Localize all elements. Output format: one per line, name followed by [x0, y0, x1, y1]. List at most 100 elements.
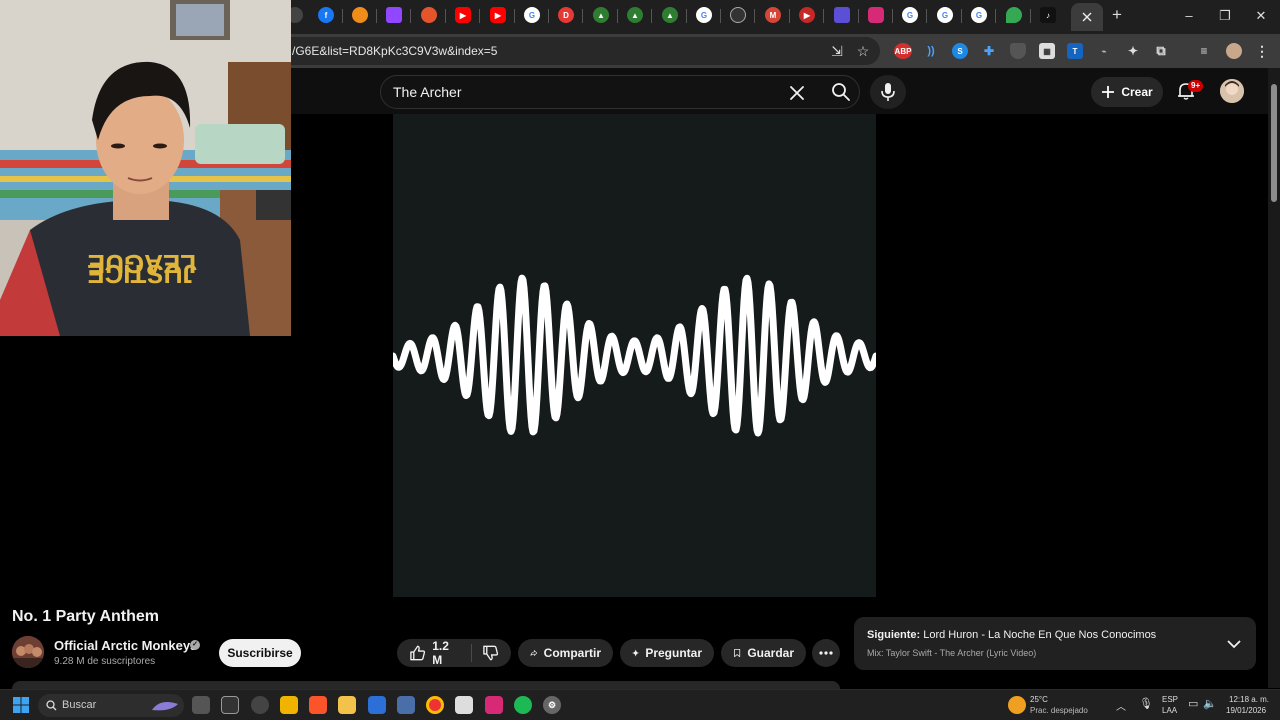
dislike-icon[interactable] [482, 644, 499, 662]
tab-youtube-icon[interactable]: ▶ [455, 7, 471, 23]
volume-icon[interactable]: 🔈 [1203, 697, 1217, 710]
language-code[interactable]: ESP [1162, 695, 1178, 704]
tab-favicon-d-icon[interactable]: D [558, 7, 574, 23]
task-view-icon[interactable] [192, 696, 210, 714]
notepad-icon[interactable] [455, 696, 473, 714]
tab-favicon-purple-icon[interactable] [834, 7, 850, 23]
address-bar[interactable]: /G6E&list=RD8KpKc3C9V3w&index=5 ⇲ ☆ [276, 37, 880, 65]
shield-extension-icon[interactable] [1010, 43, 1026, 59]
taskbar-search-box[interactable]: Buscar [38, 694, 184, 717]
tab-twitch-icon[interactable] [386, 7, 402, 23]
tab-separator [651, 9, 652, 23]
voice-search-button[interactable] [870, 75, 906, 109]
browser-menu-icon[interactable]: ⋮ [1254, 43, 1270, 59]
clock-time[interactable]: 12:18 a. m. [1229, 695, 1269, 704]
extension-doc-icon[interactable]: ▦ [1039, 43, 1055, 59]
extension-puzzle-blue-icon[interactable]: ✚ [981, 43, 997, 59]
brave-browser-icon[interactable] [309, 696, 327, 714]
url-text[interactable]: /G6E&list=RD8KpKc3C9V3w&index=5 [292, 44, 497, 58]
instagram-app-icon[interactable] [485, 696, 503, 714]
profile-avatar[interactable] [1226, 43, 1242, 59]
microsoft-store-icon[interactable] [280, 696, 298, 714]
arctic-monkeys-waveform-artwork [393, 274, 876, 437]
video-player[interactable] [393, 114, 876, 597]
tab-facebook-icon[interactable]: f [318, 7, 334, 23]
close-window-button[interactable]: ✕ [1248, 6, 1274, 26]
chrome-icon[interactable] [426, 696, 444, 714]
translate-extension-icon[interactable]: T [1067, 43, 1083, 59]
weather-temperature[interactable]: 25°C [1030, 695, 1048, 704]
tab-separator [892, 9, 893, 23]
page-scrollbar[interactable] [1268, 68, 1280, 688]
tab-favicon-red-icon[interactable]: ▶ [799, 7, 815, 23]
like-icon[interactable] [409, 644, 426, 662]
tab-favicon-red-icon[interactable] [421, 7, 437, 23]
tab-favicon-circle-icon[interactable] [730, 7, 746, 23]
search-button[interactable] [821, 76, 861, 108]
tab-drive-icon[interactable]: ▲ [662, 7, 678, 23]
weather-description[interactable]: Prac. despejado [1030, 706, 1088, 715]
media-controls-icon[interactable]: ≡ [1196, 43, 1212, 59]
file-explorer-icon[interactable] [338, 696, 356, 714]
tab-youtube-icon[interactable]: ▶ [490, 7, 506, 23]
tab-google-icon[interactable]: G [902, 7, 918, 23]
search-input[interactable]: The Archer [393, 84, 461, 100]
adblock-extension-icon[interactable]: ABP [894, 43, 912, 59]
tab-google-icon[interactable]: G [937, 7, 953, 23]
tab-google-icon[interactable]: G [524, 7, 540, 23]
ask-button[interactable]: Preguntar [620, 639, 714, 667]
install-app-icon[interactable]: ⇲ [828, 42, 846, 60]
extension-audio-icon[interactable]: )) [923, 43, 939, 59]
microphone-tray-icon[interactable]: 🎙 [1139, 697, 1153, 710]
windows-start-icon[interactable] [13, 697, 29, 713]
extension-gift-icon[interactable]: ✦ [1125, 43, 1141, 59]
scrollbar-thumb[interactable] [1271, 84, 1277, 202]
bookmark-star-icon[interactable]: ☆ [854, 42, 872, 60]
channel-avatar[interactable] [12, 636, 44, 668]
ask-label: Preguntar [645, 646, 702, 660]
share-button[interactable]: Compartir [518, 639, 613, 667]
weather-icon[interactable] [1008, 696, 1026, 714]
tab-gmail-icon[interactable]: M [765, 7, 781, 23]
search-box[interactable]: The Archer [380, 75, 860, 109]
extensions-puzzle-icon[interactable]: ⧉ [1153, 43, 1169, 59]
close-tab-icon[interactable] [1082, 12, 1092, 22]
taskbar-app-gamebar-icon[interactable] [251, 696, 269, 714]
up-next-panel[interactable]: Siguiente: Lord Huron - La Noche En Que … [854, 617, 1256, 670]
channel-name[interactable]: Official Arctic Monkeys [54, 638, 197, 653]
tab-maps-icon[interactable] [1006, 7, 1022, 23]
save-button[interactable]: Guardar [721, 639, 806, 667]
tab-tiktok-icon[interactable]: ♪ [1040, 7, 1056, 23]
active-tab[interactable] [1071, 3, 1103, 31]
maximize-button[interactable]: ❐ [1212, 6, 1238, 26]
account-avatar[interactable] [1220, 79, 1244, 103]
tab-google-icon[interactable]: G [696, 7, 712, 23]
clear-search-icon[interactable] [787, 83, 807, 103]
tab-separator [961, 9, 962, 23]
minimize-button[interactable]: – [1176, 6, 1202, 26]
tab-google-icon[interactable]: G [971, 7, 987, 23]
extension-small-icon[interactable]: ⌁ [1096, 43, 1112, 59]
like-count[interactable]: 1.2 M [432, 639, 461, 667]
chevron-down-icon[interactable] [1226, 636, 1242, 652]
keyboard-layout[interactable]: LAA [1162, 706, 1177, 715]
taskbar-app-window-icon[interactable] [221, 696, 239, 714]
settings-gear-icon[interactable]: ⚙ [543, 696, 561, 714]
photos-app-icon[interactable] [368, 696, 386, 714]
network-icon[interactable]: ▭ [1188, 697, 1198, 710]
tab-favicon-orange-icon[interactable] [352, 7, 368, 23]
spotify-icon[interactable] [514, 696, 532, 714]
tab-drive-icon[interactable]: ▲ [627, 7, 643, 23]
waveform-line [393, 274, 876, 437]
create-button[interactable]: Crear [1091, 77, 1163, 107]
description-box-edge[interactable] [12, 681, 840, 689]
calculator-icon[interactable] [397, 696, 415, 714]
tab-drive-icon[interactable]: ▲ [593, 7, 609, 23]
tray-overflow-chevron-icon[interactable]: ︿ [1116, 698, 1126, 713]
subscribe-button[interactable]: Suscribirse [219, 639, 301, 667]
shazam-extension-icon[interactable]: S [952, 43, 968, 59]
clock-date[interactable]: 19/01/2026 [1226, 706, 1266, 715]
new-tab-button[interactable]: + [1108, 6, 1126, 24]
tab-instagram-icon[interactable] [868, 7, 884, 23]
more-actions-button[interactable] [812, 639, 840, 667]
